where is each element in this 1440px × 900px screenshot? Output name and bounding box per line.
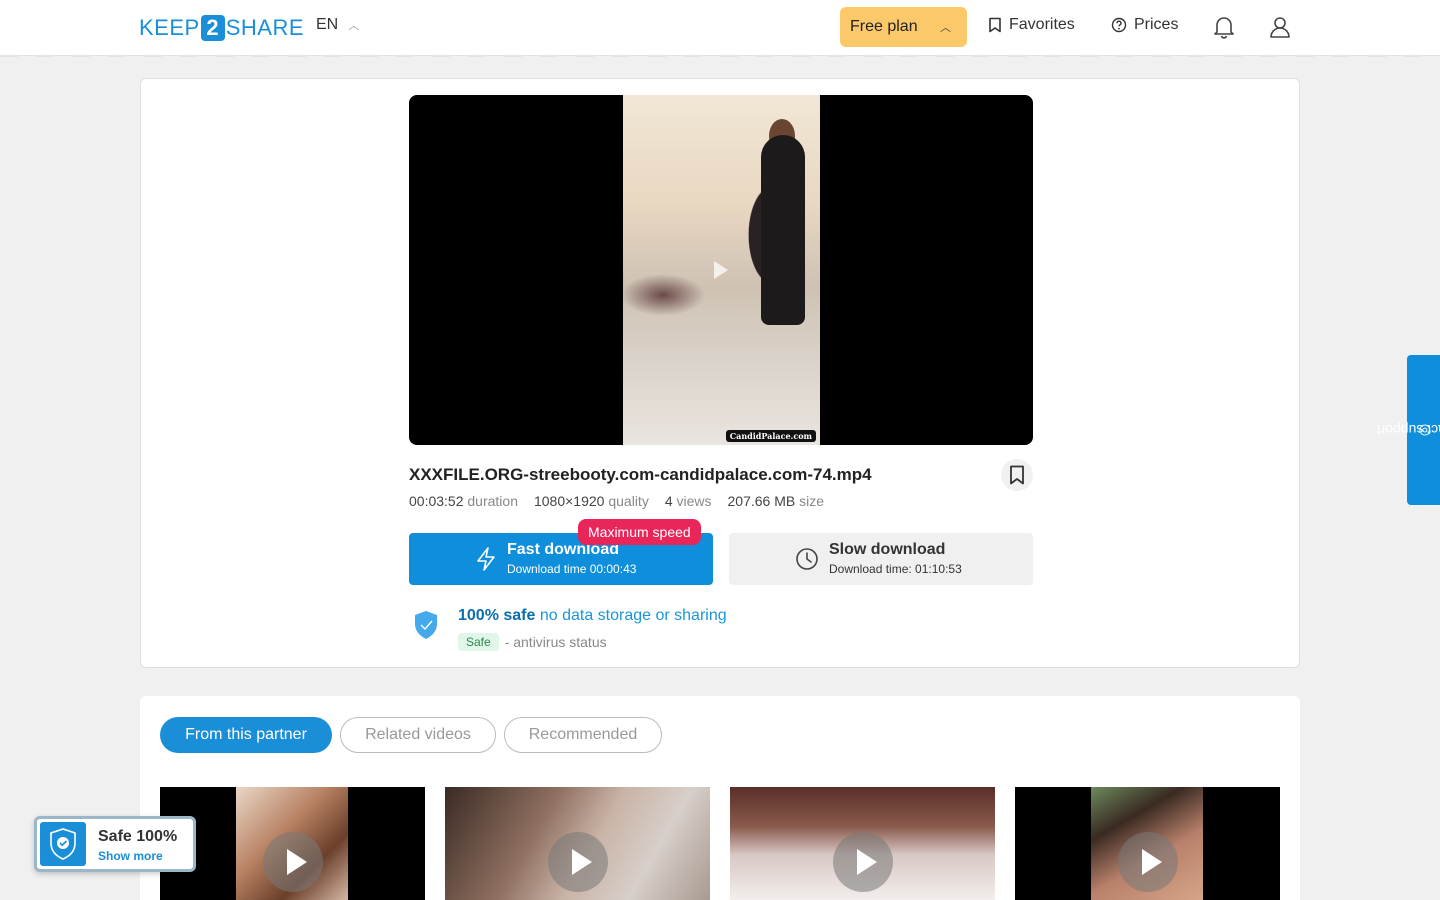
shield-check-icon — [415, 611, 437, 639]
prices-link[interactable]: Prices — [1111, 16, 1178, 34]
status-text: - antivirus status — [504, 634, 607, 650]
logo-text-right: SHARE — [225, 15, 304, 40]
prices-label: Prices — [1134, 16, 1179, 33]
play-icon — [548, 832, 608, 892]
favorites-label: Favorites — [1009, 16, 1075, 33]
bell-icon — [1214, 17, 1234, 39]
safety-strong: 100% safe — [458, 607, 536, 624]
play-icon — [263, 832, 323, 892]
account-button[interactable] — [1268, 14, 1292, 40]
antivirus-status: Safe - antivirus status — [458, 633, 607, 651]
safety-rest: no data storage or sharing — [539, 607, 727, 624]
language-label: EN — [316, 16, 339, 33]
widget-title: Safe 100% — [98, 828, 178, 845]
help-circle-icon — [1111, 17, 1127, 33]
contact-support-text: contact support — [1375, 422, 1440, 438]
meta-size: 207.66 MB size — [728, 493, 825, 509]
quality-label: quality — [608, 493, 649, 509]
clock-icon — [796, 548, 818, 570]
notifications-button[interactable] — [1212, 14, 1236, 40]
views-value: 4 — [664, 493, 673, 509]
header-divider — [0, 55, 1440, 57]
tab-related-videos[interactable]: Related videos — [340, 717, 496, 753]
tab-recommended[interactable]: Recommended — [504, 717, 662, 753]
plan-label: Free plan — [850, 18, 918, 35]
keep2share-logo[interactable]: KEEP 2 SHARE — [139, 14, 304, 42]
meta-duration: 00:03:52 duration — [409, 493, 518, 509]
file-title: XXXFILE.ORG-streebooty.com-candidpalace.… — [409, 465, 872, 484]
frame-figure — [761, 135, 805, 325]
shield-icon-box — [40, 822, 86, 866]
shield-check-icon — [50, 828, 76, 860]
size-value: 207.66 MB — [727, 493, 796, 509]
maximum-speed-badge: Maximum speed — [578, 519, 701, 545]
size-label: size — [799, 493, 825, 509]
top-header: KEEP 2 SHARE EN ︿ Free plan ︿ Favorites Pr… — [0, 0, 1440, 56]
video-thumbnail[interactable] — [445, 787, 710, 900]
file-meta: 00:03:52 duration 1080×1920 quality 4 vi… — [409, 493, 824, 509]
quality-value: 1080×1920 — [533, 493, 605, 509]
duration-label: duration — [467, 493, 518, 509]
logo-text-left: KEEP — [139, 15, 200, 40]
slow-download-time: Download time: 01:10:53 — [829, 562, 962, 576]
bookmark-icon — [1010, 465, 1024, 485]
meta-views: 4 views — [665, 493, 712, 509]
related-videos-section: From this partner Related videos Recomme… — [140, 696, 1300, 900]
user-icon — [1270, 17, 1290, 38]
lightning-icon — [477, 547, 495, 571]
play-icon — [833, 832, 893, 892]
status-badge: Safe — [458, 633, 499, 651]
safe-widget[interactable]: Safe 100% Show more — [34, 816, 196, 872]
contact-support-label: ◎ contact support — [1376, 422, 1440, 438]
chevron-up-icon: ︿ — [348, 20, 360, 32]
video-player[interactable]: CandidPalace.com — [409, 95, 1033, 445]
language-selector[interactable]: EN ︿ — [316, 16, 359, 34]
meta-quality: 1080×1920 quality — [534, 493, 649, 509]
video-thumbnail[interactable] — [1015, 787, 1280, 900]
video-watermark: CandidPalace.com — [725, 430, 816, 442]
play-icon[interactable] — [714, 261, 728, 279]
file-card: CandidPalace.com XXXFILE.ORG-streebooty.… — [140, 78, 1300, 668]
slow-download-label: Slow download — [829, 541, 946, 558]
video-thumbnail[interactable] — [160, 787, 425, 900]
bookmark-button[interactable] — [1001, 459, 1033, 491]
views-label: views — [676, 493, 712, 509]
safety-headline: 100% safe no data storage or sharing — [458, 607, 727, 625]
logo-text-mid: 2 — [200, 15, 225, 41]
play-icon — [1118, 832, 1178, 892]
plan-dropdown-button[interactable]: Free plan ︿ — [840, 7, 967, 47]
video-thumbnail[interactable] — [730, 787, 995, 900]
tab-from-this-partner[interactable]: From this partner — [160, 717, 332, 753]
show-more-link[interactable]: Show more — [98, 849, 163, 863]
chevron-up-icon: ︿ — [940, 22, 951, 34]
duration-value: 00:03:52 — [409, 493, 464, 509]
contact-support-tab[interactable]: ◎ contact support — [1376, 355, 1440, 505]
fast-download-time: Download time 00:00:43 — [507, 562, 637, 576]
bookmark-icon — [989, 17, 1001, 33]
favorites-link[interactable]: Favorites — [988, 16, 1075, 34]
slow-download-button[interactable]: Slow download Download time: 01:10:53 — [729, 533, 1033, 585]
